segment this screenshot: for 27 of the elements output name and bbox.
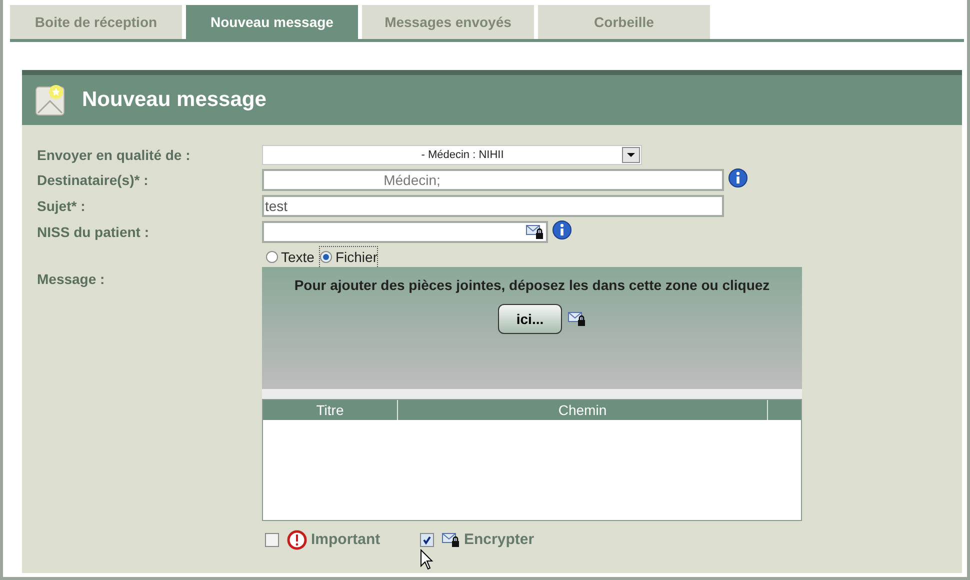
- field-label: Message :: [37, 270, 106, 289]
- flag-label: Encrypter: [464, 530, 534, 550]
- drop-instruction: Pour ajouter des pièces jointes, déposez les dans cette zone ou cliquez: [294, 276, 770, 295]
- checkbox[interactable]: [265, 533, 279, 547]
- checkbox[interactable]: [420, 533, 434, 547]
- field-label: Envoyer en qualité de :: [37, 146, 192, 165]
- browse-button[interactable]: ici...: [498, 304, 562, 334]
- info-icon[interactable]: [552, 220, 572, 240]
- tab[interactable]: Nouveau message: [186, 5, 358, 39]
- info-icon[interactable]: [728, 168, 748, 188]
- panel-title: Nouveau message: [82, 87, 266, 114]
- field-label: Destinataire(s)* :: [37, 170, 150, 190]
- envelope-lock-icon: [442, 532, 460, 548]
- niss-field[interactable]: [262, 221, 548, 243]
- field-label: NISS du patient :: [37, 222, 150, 242]
- envelope-lock-icon: [526, 224, 544, 240]
- recipients-field[interactable]: Médecin;: [262, 169, 724, 191]
- field-label: Sujet* :: [37, 196, 86, 216]
- column-header: Titre: [263, 400, 398, 420]
- cursor-icon: [420, 549, 434, 571]
- column-header: Chemin: [398, 400, 768, 420]
- warning-icon: [287, 530, 307, 550]
- envelope-lock-icon: [568, 312, 586, 326]
- radio-option[interactable]: Texte: [266, 246, 314, 268]
- subject-field[interactable]: test: [262, 195, 724, 217]
- flag-label: Important: [311, 530, 380, 550]
- sender-select[interactable]: - Médecin : NIHII: [262, 145, 642, 165]
